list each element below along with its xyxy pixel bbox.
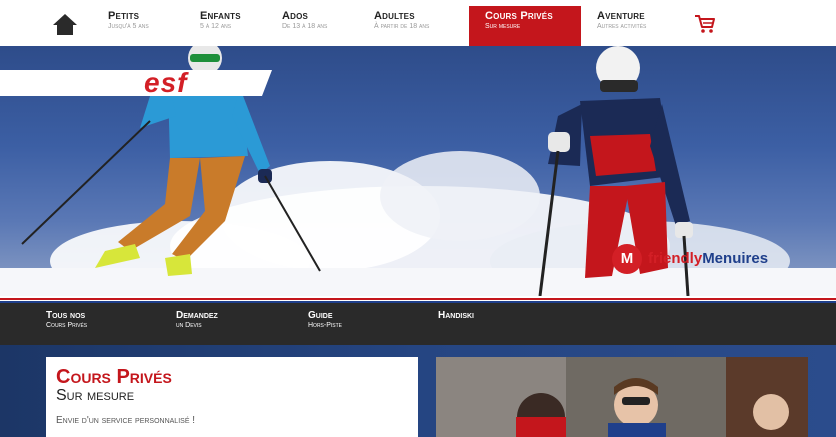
nav-item-subtitle: Sur mesure xyxy=(485,23,521,30)
nav-item-enfants[interactable]: Enfants 5 à 12 ans xyxy=(200,10,241,40)
card-title: Cours Privés xyxy=(56,366,172,388)
hero-banner: esf M friendlyMenuires xyxy=(0,46,836,296)
nav-item-subtitle: De 13 à 18 ans xyxy=(282,23,328,30)
esf-logo[interactable] xyxy=(0,70,272,96)
nav-item-subtitle: Jusqu'à 5 ans xyxy=(108,23,149,30)
nav-item-subtitle: À partir de 18 ans xyxy=(374,23,430,30)
sub-navigation: Tous nos Cours Privés Demandez un Devis … xyxy=(0,303,836,345)
cart-icon[interactable] xyxy=(694,14,716,34)
nav-item-title: Enfants xyxy=(200,10,241,22)
subnav-item-title: Tous nos xyxy=(46,310,86,321)
subnav-item-title: Handiski xyxy=(438,310,475,321)
subnav-item-handiski[interactable]: Handiski xyxy=(438,310,474,322)
partner-text-part2: Menuires xyxy=(702,250,769,267)
subnav-item-subtitle: un Devis xyxy=(176,322,202,329)
subnav-item-title: Demandez xyxy=(176,310,218,321)
nav-item-cours-prives[interactable]: Cours Privés Sur mesure xyxy=(469,6,581,46)
group-photo xyxy=(436,357,808,437)
nav-item-subtitle: 5 à 12 ans xyxy=(200,23,232,30)
partner-text-part1: friendly xyxy=(648,250,703,267)
subnav-item-title: Guide xyxy=(308,310,333,321)
home-icon[interactable] xyxy=(52,12,78,36)
nav-item-title: Aventure xyxy=(597,10,645,22)
esf-logo-text: esf xyxy=(144,67,188,98)
partner-badge: M xyxy=(612,244,642,274)
nav-item-title: Petits xyxy=(108,10,140,22)
intro-card: Cours Privés Sur mesure Envie d'un servi… xyxy=(46,357,418,437)
tricolor-divider xyxy=(0,296,836,303)
nav-item-title: Cours Privés xyxy=(485,10,553,22)
nav-item-ados[interactable]: Ados De 13 à 18 ans xyxy=(282,10,327,40)
subnav-item-tous-nos-cours[interactable]: Tous nos Cours Privés xyxy=(46,310,87,329)
partner-text: friendlyMenuires xyxy=(648,250,768,267)
nav-item-subtitle: Autres activités xyxy=(597,23,647,30)
nav-item-aventure[interactable]: Aventure Autres activités xyxy=(597,10,646,40)
subnav-item-subtitle: Hors-Piste xyxy=(308,322,343,329)
nav-item-petits[interactable]: Petits Jusqu'à 5 ans xyxy=(108,10,149,40)
content-section: Cours Privés Sur mesure Envie d'un servi… xyxy=(0,345,836,437)
subnav-item-devis[interactable]: Demandez un Devis xyxy=(176,310,218,329)
subnav-item-subtitle: Cours Privés xyxy=(46,322,88,329)
card-text: Envie d'un service personnalisé ! xyxy=(56,415,196,426)
nav-item-title: Adultes xyxy=(374,10,415,22)
top-navigation: Petits Jusqu'à 5 ans Enfants 5 à 12 ans … xyxy=(0,0,836,46)
nav-item-adultes[interactable]: Adultes À partir de 18 ans xyxy=(374,10,429,40)
nav-item-title: Ados xyxy=(282,10,309,22)
subnav-item-guide[interactable]: Guide Hors-Piste xyxy=(308,310,342,329)
card-subtitle: Sur mesure xyxy=(56,387,135,404)
